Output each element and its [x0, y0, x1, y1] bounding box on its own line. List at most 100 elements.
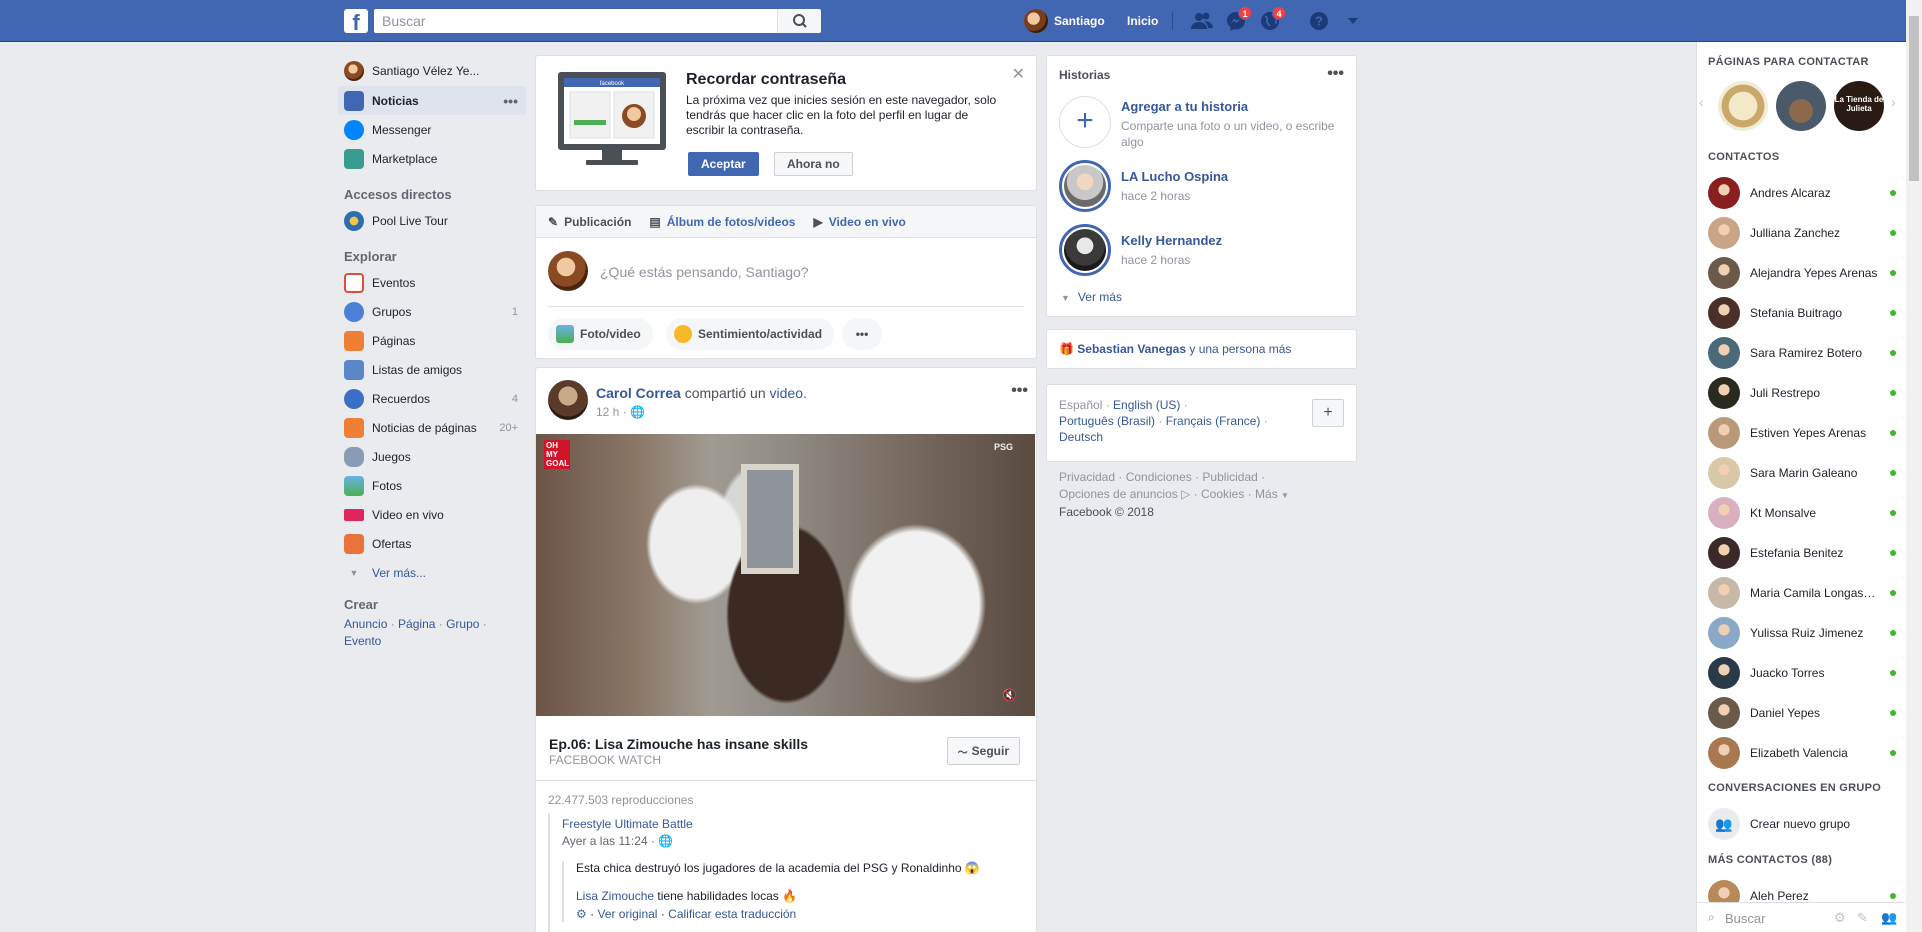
language-link[interactable]: Português (Brasil) — [1059, 414, 1155, 428]
not-now-button[interactable]: Ahora no — [774, 152, 853, 176]
follow-button[interactable]: 〜 Seguir — [946, 737, 1020, 765]
help-button[interactable]: ? — [1308, 10, 1330, 32]
sidebar-item-groups[interactable]: Grupos 1 — [338, 297, 526, 326]
see-original-link[interactable]: Ver original — [597, 907, 657, 921]
feeling-activity-button[interactable]: Sentimiento/actividad — [666, 318, 835, 350]
compose-icon[interactable]: ✎ — [1857, 910, 1868, 926]
story-item[interactable]: LA Lucho Ospina hace 2 horas — [1059, 160, 1339, 212]
friend-requests-button[interactable] — [1190, 10, 1213, 32]
sidebar-item-live-video[interactable]: Video en vivo — [338, 500, 526, 529]
birthday-card[interactable]: 🎁 Sebastian Vanegas y una persona más — [1046, 329, 1357, 369]
video-player[interactable]: OH MY GOAL PSG 🔇 — [536, 434, 1035, 716]
home-link[interactable]: Inicio — [1127, 14, 1158, 28]
search-button[interactable] — [777, 9, 821, 33]
messages-button[interactable]: 1 — [1225, 6, 1252, 32]
mention-link[interactable]: Lisa Zimouche — [576, 889, 654, 903]
chat-search-input[interactable]: Buscar — [1725, 911, 1765, 926]
contact-item[interactable]: Andres Alcaraz — [1708, 176, 1898, 210]
contact-item[interactable]: Juli Restrepo — [1708, 376, 1898, 410]
mute-icon[interactable]: 🔇 — [1002, 688, 1017, 702]
advertising-link[interactable]: Publicidad — [1202, 470, 1257, 484]
contact-item[interactable]: Sara Ramirez Botero — [1708, 336, 1898, 370]
author-link[interactable]: Carol Correa — [596, 385, 681, 401]
terms-link[interactable]: Condiciones — [1126, 470, 1192, 484]
sidebar-item-marketplace[interactable]: Marketplace — [338, 144, 526, 173]
sidebar-item-games[interactable]: Juegos — [338, 442, 526, 471]
sidebar-item-events[interactable]: Eventos — [338, 268, 526, 297]
see-more-stories[interactable]: ▼ Ver más — [1061, 290, 1122, 304]
rate-translation-link[interactable]: Calificar esta traducción — [668, 907, 796, 921]
more-link[interactable]: Más — [1255, 487, 1278, 501]
create-ad-link[interactable]: Anuncio — [344, 617, 387, 631]
page-avatar[interactable] — [1776, 81, 1826, 131]
sidebar-item-photos[interactable]: Fotos — [338, 471, 526, 500]
contact-item[interactable]: Estiven Yepes Arenas — [1708, 416, 1898, 450]
scrollbar-thumb[interactable] — [1909, 16, 1919, 181]
contact-item[interactable]: Kt Monsalve — [1708, 496, 1898, 530]
create-event-link[interactable]: Evento — [344, 634, 381, 648]
ad-choices-link[interactable]: Opciones de anuncios — [1059, 487, 1178, 501]
page-avatar[interactable] — [1718, 81, 1768, 131]
contact-item[interactable]: Sara Marin Galeano — [1708, 456, 1898, 490]
account-menu-button[interactable] — [1342, 10, 1364, 32]
language-link[interactable]: English (US) — [1113, 398, 1180, 412]
see-more-link[interactable]: ▼ Ver más... — [338, 558, 526, 587]
contact-item[interactable]: Daniel Yepes — [1708, 696, 1898, 730]
search-input[interactable] — [374, 9, 777, 33]
contact-item[interactable]: Alejandra Yepes Arenas — [1708, 256, 1898, 290]
create-group-link[interactable]: Grupo — [446, 617, 479, 631]
language-link[interactable]: Français (France) — [1166, 414, 1261, 428]
sidebar-item-pool-live-tour[interactable]: Pool Live Tour — [338, 206, 526, 235]
photos-icon — [344, 475, 364, 496]
facebook-logo-icon[interactable]: f — [344, 9, 368, 33]
story-item[interactable]: Kelly Hernandez hace 2 horas — [1059, 224, 1339, 276]
group-icon[interactable]: 👥 — [1881, 910, 1897, 926]
language-link[interactable]: Deutsch — [1059, 430, 1103, 444]
tab-photo-album[interactable]: ▤ Álbum de fotos/videos — [649, 215, 795, 229]
contact-item[interactable]: Maria Camila Longas Alvarez — [1708, 576, 1898, 610]
sidebar-item-friend-lists[interactable]: Listas de amigos — [338, 355, 526, 384]
video-title[interactable]: Ep.06: Lisa Zimouche has insane skills — [549, 736, 808, 752]
contact-item[interactable]: Elizabeth Valencia — [1708, 736, 1898, 770]
sidebar-item-memories[interactable]: Recuerdos 4 — [338, 384, 526, 413]
tab-live-video[interactable]: ▶ Video en vivo — [813, 215, 905, 229]
contact-item[interactable]: Stefania Buitrago — [1708, 296, 1898, 330]
create-page-link[interactable]: Página — [398, 617, 435, 631]
shared-timestamp[interactable]: Ayer a las 11:24 · 🌐 — [562, 834, 673, 848]
shared-page-link[interactable]: Freestyle Ultimate Battle — [562, 817, 693, 831]
sidebar-item-messenger[interactable]: Messenger — [338, 115, 526, 144]
video-link[interactable]: video. — [770, 385, 807, 401]
more-options-icon[interactable]: ••• — [503, 93, 518, 109]
gear-icon[interactable]: ⚙ — [1834, 910, 1846, 926]
contact-item[interactable]: Julliana Zanchez — [1708, 216, 1898, 250]
close-icon[interactable]: ✕ — [1012, 64, 1025, 84]
chevron-left-icon[interactable]: ‹ — [1699, 94, 1704, 110]
sidebar-item-news-feed[interactable]: Noticias ••• — [338, 86, 526, 115]
accept-button[interactable]: Aceptar — [688, 152, 759, 176]
add-story[interactable]: + Agregar a tu historia Comparte una fot… — [1059, 96, 1339, 149]
status-input[interactable]: ¿Qué estás pensando, Santiago? — [600, 264, 809, 280]
contact-item[interactable]: Yulissa Ruiz Jimenez — [1708, 616, 1898, 650]
sidebar-item-pages-feed[interactable]: Noticias de páginas 20+ — [338, 413, 526, 442]
notifications-button[interactable]: 4 — [1259, 6, 1286, 32]
post-timestamp[interactable]: 12 h · 🌐 — [596, 405, 645, 419]
add-language-button[interactable]: + — [1312, 399, 1344, 427]
privacy-link[interactable]: Privacidad — [1059, 470, 1115, 484]
profile-nav-item[interactable]: Santiago Vélez Ye... — [338, 56, 526, 85]
post-options-icon[interactable]: ••• — [1011, 382, 1028, 400]
contact-item[interactable]: Estefania Benitez — [1708, 536, 1898, 570]
birthday-name[interactable]: Sebastian Vanegas — [1077, 342, 1186, 356]
profile-link[interactable]: Santiago — [1024, 8, 1105, 34]
avatar[interactable] — [548, 380, 588, 420]
sidebar-item-pages[interactable]: Páginas — [338, 326, 526, 355]
contact-item[interactable]: Juacko Torres — [1708, 656, 1898, 690]
cookies-link[interactable]: Cookies — [1201, 487, 1244, 501]
tab-post[interactable]: ✎ Publicación — [548, 215, 631, 229]
page-avatar[interactable]: La Tienda de Julieta — [1834, 81, 1884, 131]
create-group-button[interactable]: 👥 Crear nuevo grupo — [1708, 807, 1898, 841]
chevron-right-icon[interactable]: › — [1891, 94, 1896, 110]
more-actions-button[interactable]: ••• — [842, 318, 882, 350]
photo-video-button[interactable]: Foto/video — [548, 318, 653, 350]
more-options-icon[interactable]: ••• — [1327, 65, 1344, 83]
sidebar-item-offers[interactable]: Ofertas — [338, 529, 526, 558]
